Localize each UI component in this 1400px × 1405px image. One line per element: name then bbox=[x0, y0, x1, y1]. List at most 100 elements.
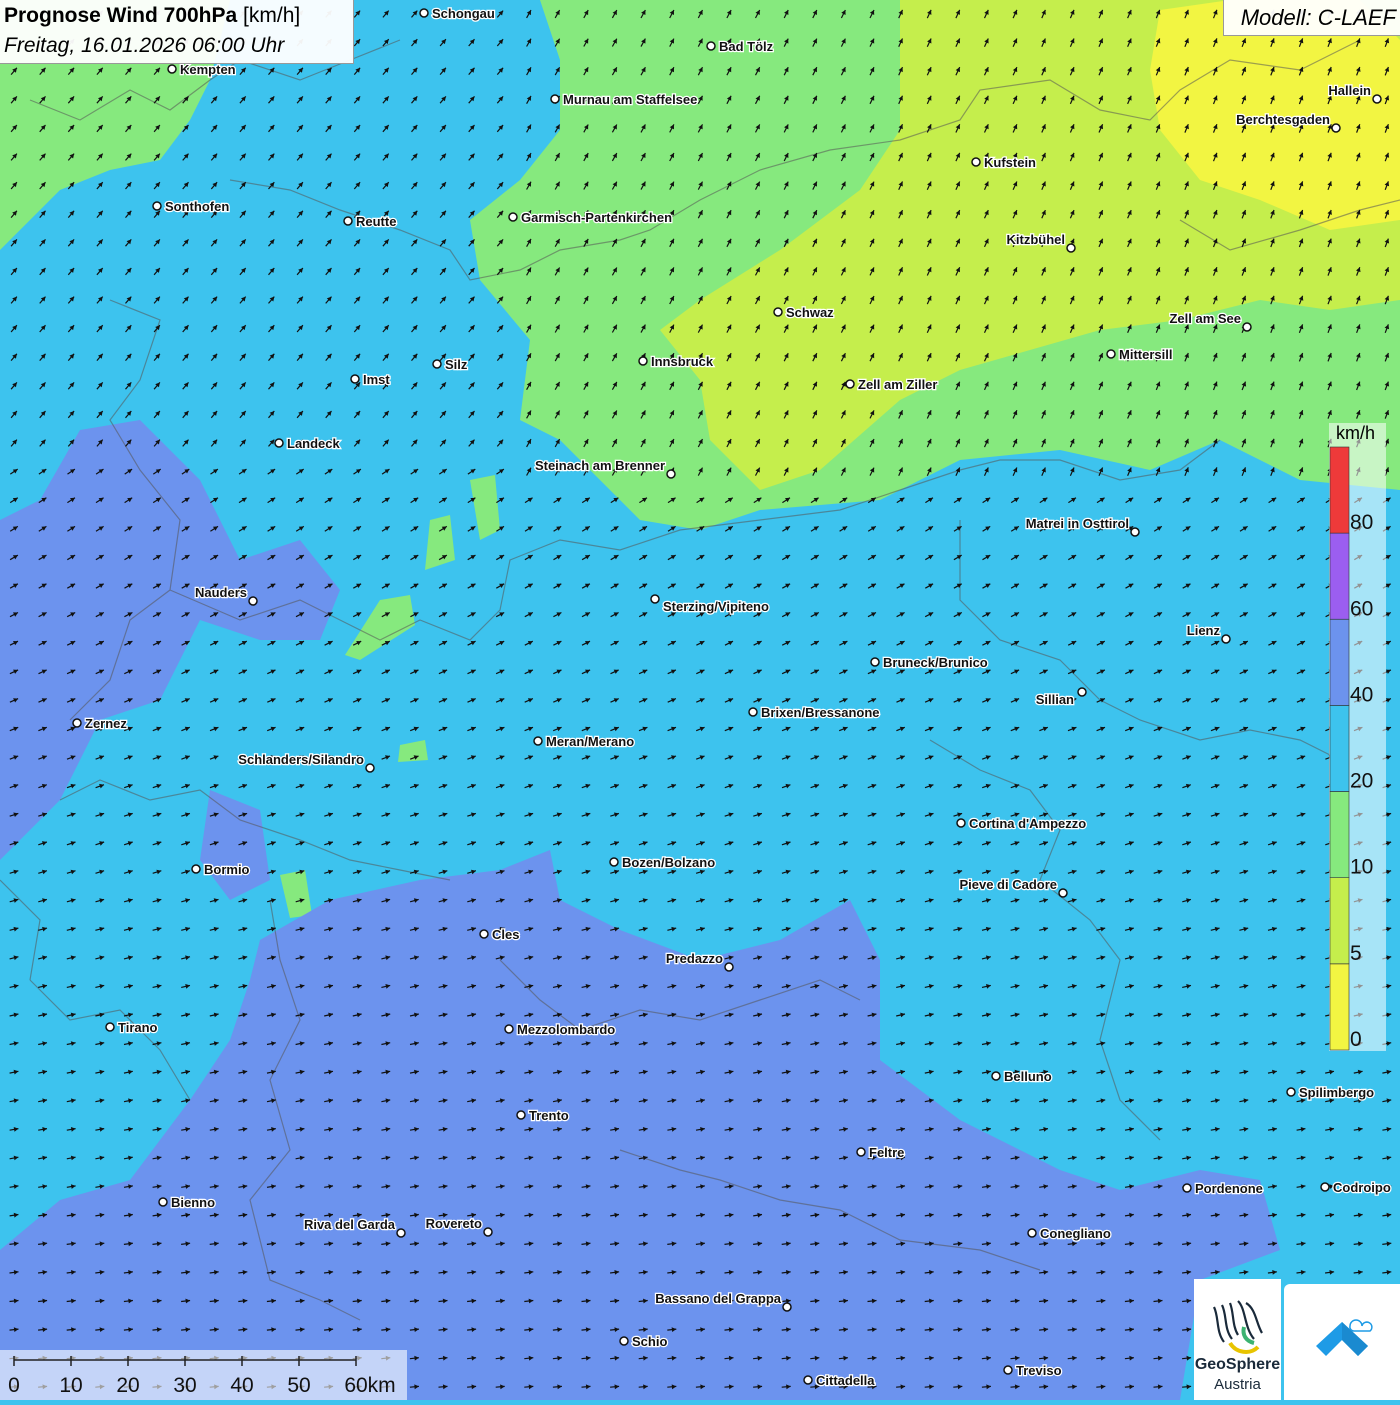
place-label: Sillian bbox=[1036, 692, 1074, 707]
place-label: Murnau am Staffelsee bbox=[563, 92, 697, 107]
place-dot bbox=[1182, 1183, 1192, 1193]
place-label: Imst bbox=[363, 372, 390, 387]
place-label: Meran/Merano bbox=[546, 734, 634, 749]
model-label: Modell: C-LAEF bbox=[1240, 5, 1396, 30]
wind-map: Schongau Bad Tölz Kempten Murnau am Staffel… bbox=[0, 0, 1400, 1400]
place-label: Kitzbühel bbox=[1007, 232, 1066, 247]
place-label: Reutte bbox=[356, 214, 396, 229]
place-dot bbox=[1242, 322, 1252, 332]
place-dot bbox=[870, 657, 880, 667]
place-label: Matrei in Osttirol bbox=[1026, 516, 1129, 531]
place-marker: Garmisch-Partenkirchen bbox=[508, 209, 673, 226]
legend-color-swatch bbox=[1329, 963, 1350, 1051]
place-marker: Zell am Ziller bbox=[845, 376, 939, 393]
place-dot bbox=[991, 1071, 1001, 1081]
legend-tick-label: 0 bbox=[1350, 1028, 1362, 1051]
place-marker: Cortina d'Ampezzo bbox=[956, 815, 1088, 832]
place-dot bbox=[803, 1375, 813, 1385]
title-panel: Prognose Wind 700hPa [km/h] Freitag, 16.… bbox=[0, 0, 354, 64]
place-label: Mezzolombardo bbox=[517, 1022, 615, 1037]
place-label: Kempten bbox=[180, 62, 236, 77]
place-marker: Murnau am Staffelsee bbox=[550, 91, 699, 108]
color-legend: 051020406080 bbox=[1329, 423, 1386, 1051]
place-dot bbox=[1130, 527, 1140, 537]
scale-bar: 0 10 20 30 40 50 60km bbox=[0, 1350, 407, 1400]
place-label: Schlanders/Silandro bbox=[238, 752, 364, 767]
place-dot bbox=[533, 736, 543, 746]
place-label: Belluno bbox=[1004, 1069, 1052, 1084]
place-label: Predazzo bbox=[666, 951, 723, 966]
place-dot bbox=[1077, 687, 1087, 697]
place-marker: Sonthofen bbox=[152, 198, 231, 215]
place-dot bbox=[248, 596, 258, 606]
place-marker: Bozen/Bolzano bbox=[609, 854, 716, 871]
place-dot bbox=[550, 94, 560, 104]
place-label: Mittersill bbox=[1119, 347, 1172, 362]
place-dot bbox=[956, 818, 966, 828]
legend-tick-label: 10 bbox=[1350, 856, 1373, 879]
place-label: Bormio bbox=[204, 862, 250, 877]
place-dot bbox=[432, 359, 442, 369]
place-dot bbox=[748, 707, 758, 717]
place-label: Bozen/Bolzano bbox=[622, 855, 715, 870]
place-label: Brixen/Bressanone bbox=[761, 705, 880, 720]
place-dot bbox=[343, 216, 353, 226]
place-dot bbox=[72, 718, 82, 728]
place-label: Bruneck/Brunico bbox=[883, 655, 988, 670]
place-marker: Mezzolombardo bbox=[504, 1021, 617, 1038]
legend-color-swatch bbox=[1329, 705, 1350, 792]
place-label: Pieve di Cadore bbox=[959, 877, 1057, 892]
place-dot bbox=[650, 594, 660, 604]
place-dot bbox=[1106, 349, 1116, 359]
place-dot bbox=[856, 1147, 866, 1157]
legend-color-swatch bbox=[1329, 877, 1350, 965]
place-label: Bassano del Grappa bbox=[655, 1291, 781, 1306]
place-label: Pordenone bbox=[1195, 1181, 1263, 1196]
place-dot bbox=[350, 374, 360, 384]
place-label: Cittadella bbox=[816, 1373, 875, 1388]
place-label: Nauders bbox=[195, 585, 247, 600]
place-dot bbox=[638, 356, 648, 366]
place-dot bbox=[1027, 1228, 1037, 1238]
legend-color-swatch bbox=[1329, 791, 1350, 878]
place-marker: Meran/Merano bbox=[533, 733, 635, 750]
place-marker: Brixen/Bressanone bbox=[748, 704, 881, 721]
place-label: Garmisch-Partenkirchen bbox=[521, 210, 672, 225]
place-label: Zernez bbox=[85, 716, 127, 731]
place-dot bbox=[419, 8, 429, 18]
title-main: Prognose Wind 700hPa bbox=[4, 4, 238, 27]
map-title: Prognose Wind 700hPa [km/h] bbox=[4, 4, 300, 28]
place-label: Tirano bbox=[118, 1020, 158, 1035]
place-label: Cles bbox=[492, 927, 519, 942]
place-dot bbox=[191, 864, 201, 874]
place-marker: Conegliano bbox=[1027, 1225, 1112, 1242]
place-label: Codroipo bbox=[1333, 1180, 1391, 1195]
place-dot bbox=[504, 1024, 514, 1034]
place-label: Bad Tölz bbox=[719, 39, 774, 54]
place-label: Schwaz bbox=[786, 305, 834, 320]
place-dot bbox=[1331, 123, 1341, 133]
legend-tick-label: 80 bbox=[1350, 511, 1373, 534]
legend-color-swatch bbox=[1329, 446, 1350, 534]
place-dot bbox=[666, 469, 676, 479]
place-label: Landeck bbox=[287, 436, 341, 451]
place-dot bbox=[619, 1336, 629, 1346]
place-dot bbox=[1003, 1365, 1013, 1375]
place-dot bbox=[167, 64, 177, 74]
place-label: Zell am Ziller bbox=[858, 377, 937, 392]
place-dot bbox=[1372, 94, 1382, 104]
place-label: Silz bbox=[445, 357, 468, 372]
place-label: Spilimbergo bbox=[1299, 1085, 1374, 1100]
legend-unit: km/h bbox=[1336, 423, 1376, 443]
place-label: Bienno bbox=[171, 1195, 215, 1210]
legend-tick-label: 20 bbox=[1350, 770, 1373, 793]
place-dot bbox=[724, 962, 734, 972]
place-label: Treviso bbox=[1016, 1363, 1062, 1378]
place-marker: Innsbruck bbox=[638, 353, 715, 370]
place-dot bbox=[516, 1110, 526, 1120]
place-dot bbox=[158, 1197, 168, 1207]
legend-tick-label: 40 bbox=[1350, 683, 1373, 706]
place-label: Kufstein bbox=[984, 155, 1036, 170]
place-label: Steinach am Brenner bbox=[535, 458, 665, 473]
place-marker: Schongau bbox=[419, 5, 496, 22]
